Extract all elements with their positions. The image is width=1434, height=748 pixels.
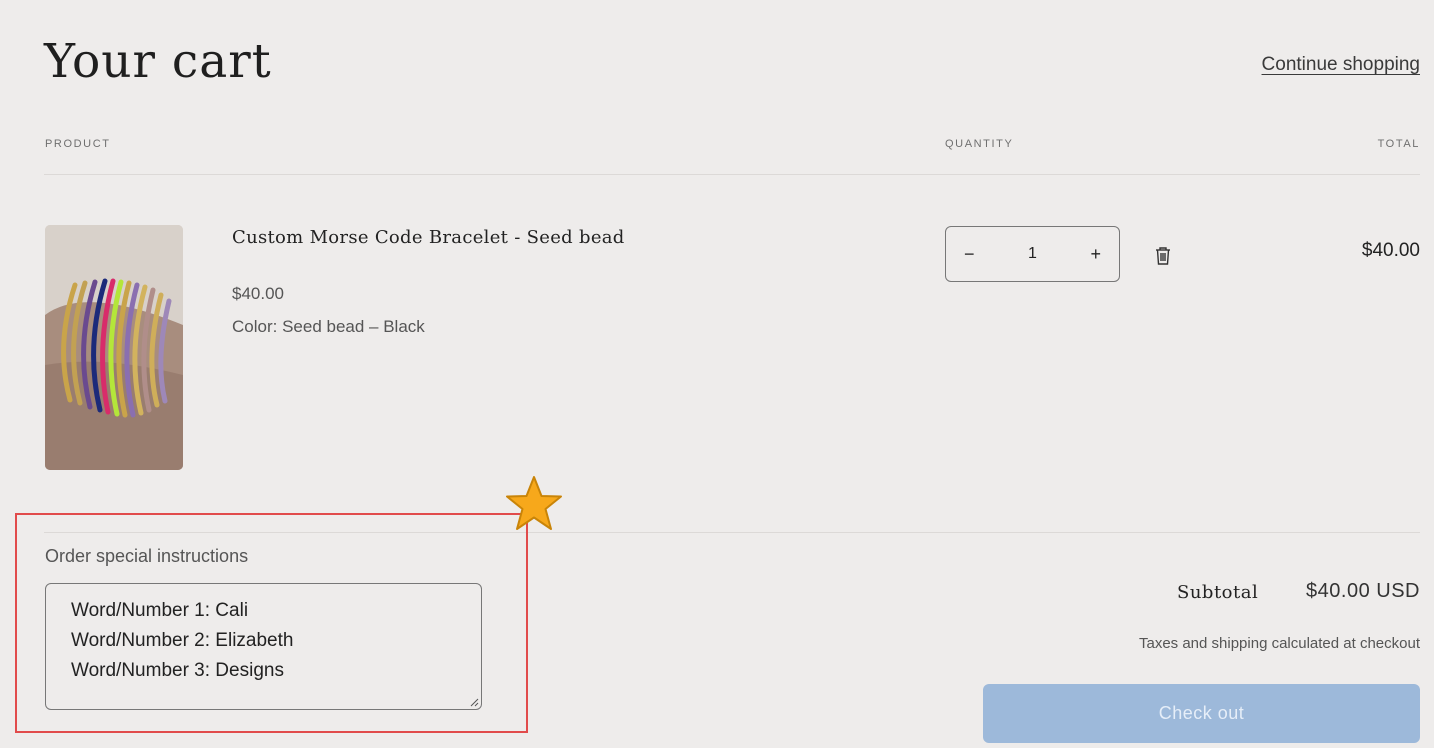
instructions-label: Order special instructions [45, 546, 249, 566]
header-divider [44, 174, 1420, 175]
product-price: $40.00 [232, 284, 284, 303]
continue-shopping-link[interactable]: Continue shopping [1262, 54, 1420, 76]
column-header-total: TOTAL [1377, 138, 1420, 150]
product-name[interactable]: Custom Morse Code Bracelet - Seed bead [232, 225, 632, 250]
tax-note: Taxes and shipping calculated at checkou… [1138, 635, 1420, 652]
instructions-line: Word/Number 2: Elizabeth [71, 630, 294, 651]
decrement-button[interactable]: − [964, 244, 975, 265]
line-item-total: $40.00 [1361, 240, 1420, 261]
subtotal-label: Subtotal [1177, 582, 1259, 603]
checkout-button[interactable]: Check out [983, 684, 1420, 743]
star-icon [506, 476, 562, 530]
quantity-stepper[interactable]: − 1 + [945, 226, 1120, 282]
page-title: Your cart [44, 34, 272, 89]
bracelet-photo [45, 225, 183, 470]
items-divider [44, 532, 1420, 533]
product-image[interactable] [45, 225, 183, 470]
trash-icon[interactable] [1154, 246, 1172, 266]
column-header-product: PRODUCT [45, 138, 111, 150]
increment-button[interactable]: + [1090, 244, 1101, 265]
subtotal-value: $40.00 USD [1306, 580, 1420, 602]
column-header-quantity: QUANTITY [945, 138, 1014, 150]
instructions-line: Word/Number 1: Cali [71, 600, 249, 621]
resize-handle-icon[interactable] [469, 697, 479, 707]
instructions-textarea[interactable]: Word/Number 1: Cali Word/Number 2: Eliza… [45, 583, 482, 710]
quantity-input[interactable]: 1 [1028, 245, 1037, 263]
product-variant: Color: Seed bead – Black [232, 317, 425, 336]
instructions-line: Word/Number 3: Designs [71, 660, 284, 681]
